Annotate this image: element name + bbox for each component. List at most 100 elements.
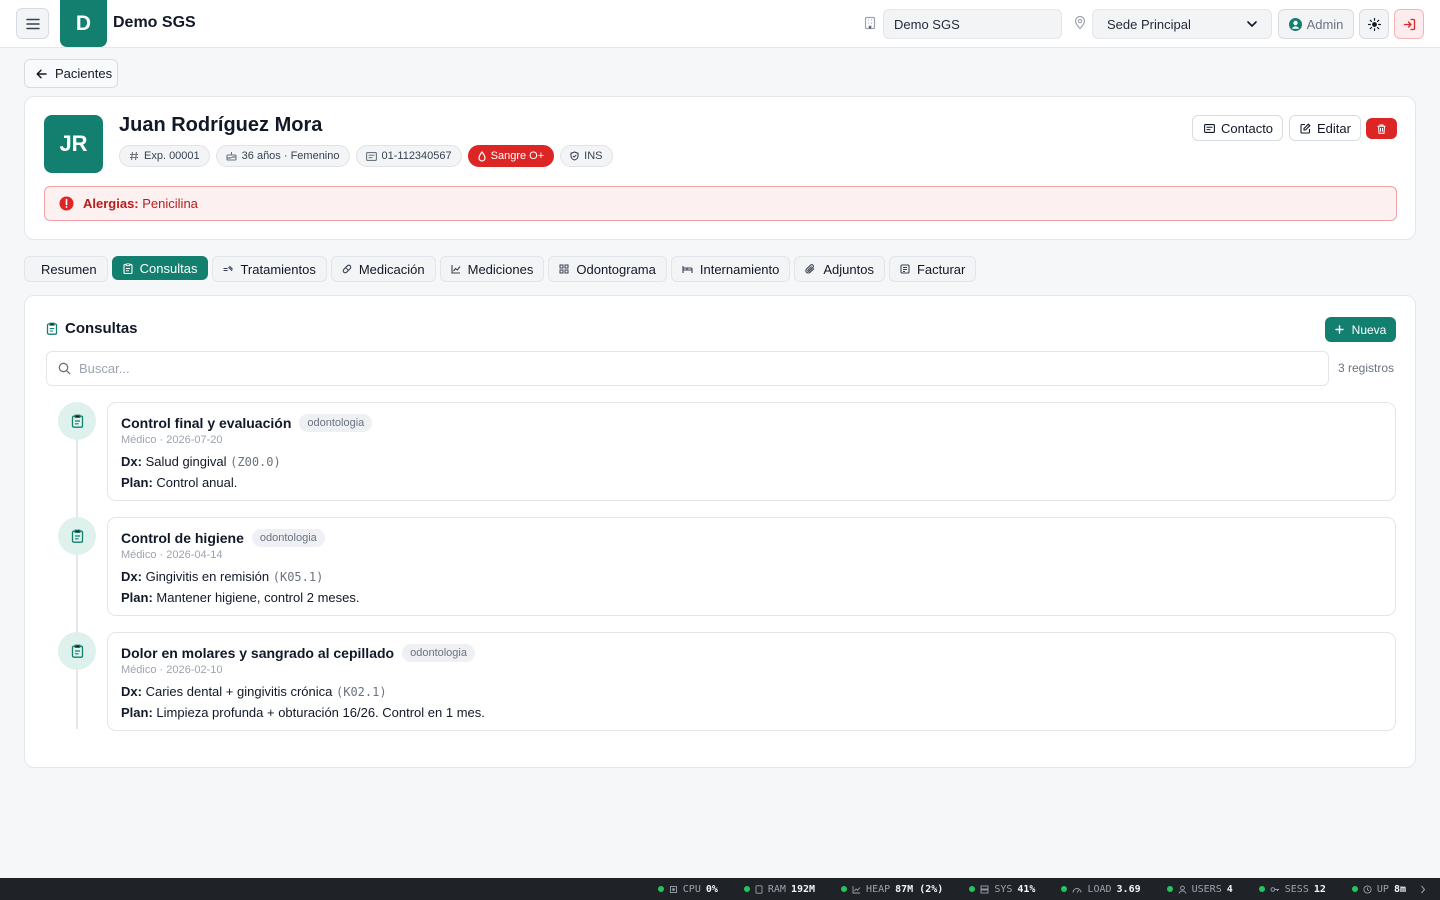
consulta-title-row: Dolor en molares y sangrado al cepillado… (121, 644, 475, 662)
allergy-alert: Alergias: Penicilina (44, 186, 1397, 221)
consulta-card[interactable]: Control final y evaluación odontologia M… (107, 402, 1396, 501)
plus-icon (1334, 325, 1344, 334)
patient-chips: Exp. 00001 36 años · Femenino 01-1123405… (119, 145, 613, 167)
gauge-icon (1072, 887, 1082, 893)
clipboard-icon (71, 529, 83, 543)
site-select-value: Sede Principal (1107, 16, 1191, 32)
tab-internamiento[interactable]: Internamiento (670, 256, 791, 282)
top-bar: D Demo SGS Demo SGS Sede Principal Admin (0, 0, 1440, 48)
site-select[interactable]: Sede Principal (1092, 9, 1272, 39)
chart-line-icon (852, 885, 861, 893)
tab-resumen[interactable]: Resumen (24, 256, 108, 282)
allergy-text: Alergias: Penicilina (83, 196, 198, 211)
id-card-icon (365, 151, 377, 161)
allergy-label: Alergias: (83, 196, 139, 211)
consulta-plan: Plan: Control anual. (121, 475, 238, 490)
tab-facturar[interactable]: Facturar (888, 256, 977, 282)
status-dot (969, 886, 976, 892)
specialty-tag: odontologia (251, 529, 325, 547)
consulta-plan: Plan: Limpieza profunda + obturación 16/… (121, 705, 485, 720)
id-number-chip: 01-112340567 (355, 145, 462, 167)
building-icon (864, 16, 876, 30)
organization-field[interactable]: Demo SGS (883, 9, 1062, 39)
consulta-plan: Plan: Mantener higiene, control 2 meses. (121, 590, 360, 605)
consultas-heading: Consultas (46, 320, 138, 337)
user-circle-icon (1288, 17, 1302, 31)
status-dot (1166, 886, 1173, 892)
tab-odontograma[interactable]: Odontograma (548, 256, 667, 282)
logout-icon (1403, 18, 1415, 30)
consulta-meta: Médico · 2026-07-20 (121, 434, 223, 446)
search-input[interactable] (79, 361, 1279, 376)
consulta-title-row: Control de higiene odontologia (121, 529, 325, 547)
status-dot (1351, 886, 1358, 892)
map-pin-icon (1074, 15, 1086, 30)
age-sex-chip: 36 años · Femenino (215, 145, 350, 167)
consulta-meta: Médico · 2026-04-14 (121, 549, 223, 561)
timeline-dot (58, 402, 96, 440)
status-dot (841, 886, 848, 892)
clipboard-icon (46, 322, 58, 335)
consulta-diagnosis: Dx: Caries dental + gingivitis crónica (… (121, 684, 387, 699)
receipt-icon (900, 264, 910, 274)
timeline-dot (58, 517, 96, 555)
logout-button[interactable] (1394, 9, 1424, 39)
droplet-icon (478, 150, 486, 162)
record-count: 3 registros (1338, 361, 1395, 375)
contact-button[interactable]: Contacto (1192, 115, 1283, 141)
status-dot (1061, 886, 1068, 892)
app-title: Demo SGS (113, 14, 196, 31)
user-icon (1178, 885, 1187, 894)
back-to-patients-button[interactable]: Pacientes (24, 59, 118, 88)
consulta-title: Control final y evaluación (121, 415, 292, 431)
hash-icon (130, 151, 138, 161)
edit-button[interactable]: Editar (1289, 115, 1361, 141)
arrow-left-icon (36, 69, 47, 78)
contact-card-icon (1204, 123, 1215, 133)
status-uptime: UP 8m (1351, 884, 1406, 895)
cpu-icon (669, 885, 677, 893)
patient-header-card: JR Juan Rodríguez Mora Exp. 00001 36 año… (24, 96, 1416, 240)
clipboard-icon (71, 414, 83, 428)
specialty-tag: odontologia (299, 414, 373, 432)
edit-icon (1300, 122, 1311, 134)
new-consulta-button[interactable]: Nueva (1325, 317, 1396, 342)
chevron-right-icon[interactable] (1420, 885, 1426, 894)
consulta-meta: Médico · 2026-02-10 (121, 664, 223, 676)
consulta-diagnosis: Dx: Salud gingival (Z00.0) (121, 454, 281, 469)
alert-circle-icon (59, 196, 74, 211)
search-box (46, 351, 1329, 386)
patient-tabs: Resumen Consultas Tratamientos Medicació… (24, 256, 977, 282)
menu-button[interactable] (16, 8, 49, 39)
tab-tratamientos[interactable]: Tratamientos (212, 256, 327, 282)
status-heap: HEAP 87M (2%) (841, 884, 943, 895)
tab-medicacion[interactable]: Medicación (330, 256, 436, 282)
tab-consultas[interactable]: Consultas (111, 256, 209, 280)
chevron-down-icon (1247, 21, 1257, 27)
consulta-card[interactable]: Dolor en molares y sangrado al cepillado… (107, 632, 1396, 731)
status-ram: RAM 192M (743, 884, 815, 895)
consulta-title: Dolor en molares y sangrado al cepillado (121, 645, 395, 661)
tab-mediciones[interactable]: Mediciones (439, 256, 545, 282)
shield-icon (570, 151, 579, 161)
pills-icon (223, 265, 234, 272)
app-logo[interactable]: D (60, 0, 107, 47)
consulta-card[interactable]: Control de higiene odontologia Médico · … (107, 517, 1396, 616)
consulta-diagnosis: Dx: Gingivitis en remisión (K05.1) (121, 569, 324, 584)
status-sys: SYS 41% (969, 884, 1035, 895)
theme-toggle-button[interactable] (1359, 9, 1389, 39)
hamburger-icon (25, 18, 40, 29)
clipboard-icon (71, 644, 83, 658)
capsule-icon (342, 264, 352, 274)
user-menu-button[interactable]: Admin (1278, 9, 1354, 39)
status-dot (657, 886, 664, 892)
sun-icon (1367, 17, 1381, 31)
status-users: USERS 4 (1166, 884, 1233, 895)
tab-adjuntos[interactable]: Adjuntos (794, 256, 885, 282)
timeline-line (76, 414, 78, 729)
user-name: Admin (1306, 16, 1344, 32)
search-icon (58, 362, 71, 375)
trash-icon (1377, 124, 1386, 134)
delete-button[interactable] (1366, 118, 1397, 139)
cake-icon (226, 152, 237, 161)
